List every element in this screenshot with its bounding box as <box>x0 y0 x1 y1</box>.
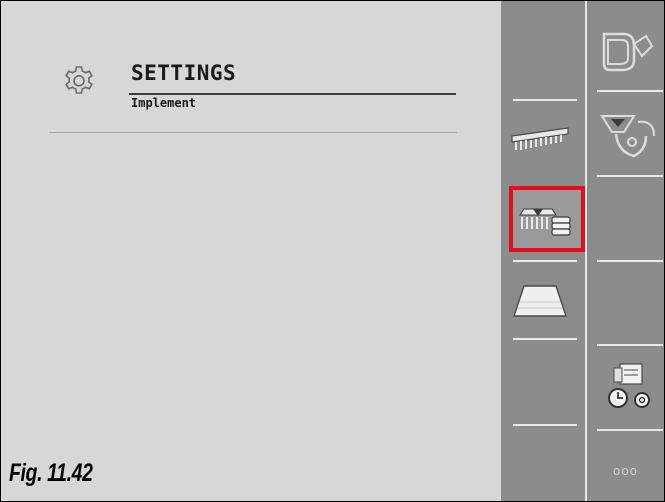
page-title: SETTINGS <box>131 61 237 85</box>
softkey-empty[interactable] <box>587 263 664 341</box>
softkey-hopper-settings[interactable] <box>587 97 664 175</box>
softkey-working-width[interactable] <box>501 263 579 341</box>
softkey-implement-boom[interactable] <box>501 99 579 177</box>
terminal-screen: SETTINGS Implement Fig. 11.42 ooo <box>0 0 665 502</box>
softkey-empty[interactable] <box>501 427 579 501</box>
softkey-separator <box>597 429 663 431</box>
softkey-separator <box>597 344 663 346</box>
softkey-separator <box>597 260 663 262</box>
trapezoid-icon <box>513 285 567 317</box>
softkey-separator <box>513 424 577 426</box>
more-icon[interactable]: ooo <box>613 464 638 478</box>
title-underline <box>129 93 456 95</box>
hopper-icon <box>600 115 655 158</box>
settings-panel: SETTINGS Implement Fig. 11.42 <box>1 1 501 501</box>
softkey-spreader-settings[interactable] <box>587 15 664 93</box>
gear-icon <box>65 66 93 94</box>
softkey-empty[interactable] <box>501 343 579 421</box>
softkey-empty[interactable] <box>501 11 579 89</box>
softkey-time-settings[interactable] <box>587 347 664 425</box>
figure-caption: Fig. 11.42 <box>9 459 93 487</box>
time-gear-icon <box>608 363 650 408</box>
spreader-icon <box>602 32 654 72</box>
header-separator <box>49 132 457 133</box>
softkey-empty[interactable] <box>587 179 664 257</box>
softkey-implement-data[interactable] <box>505 180 583 258</box>
page-subtitle: Implement <box>131 96 197 110</box>
softkey-separator <box>513 260 577 262</box>
softkey-separator <box>597 175 663 177</box>
boom-icon <box>511 127 569 150</box>
implement-data-icon <box>519 208 571 236</box>
